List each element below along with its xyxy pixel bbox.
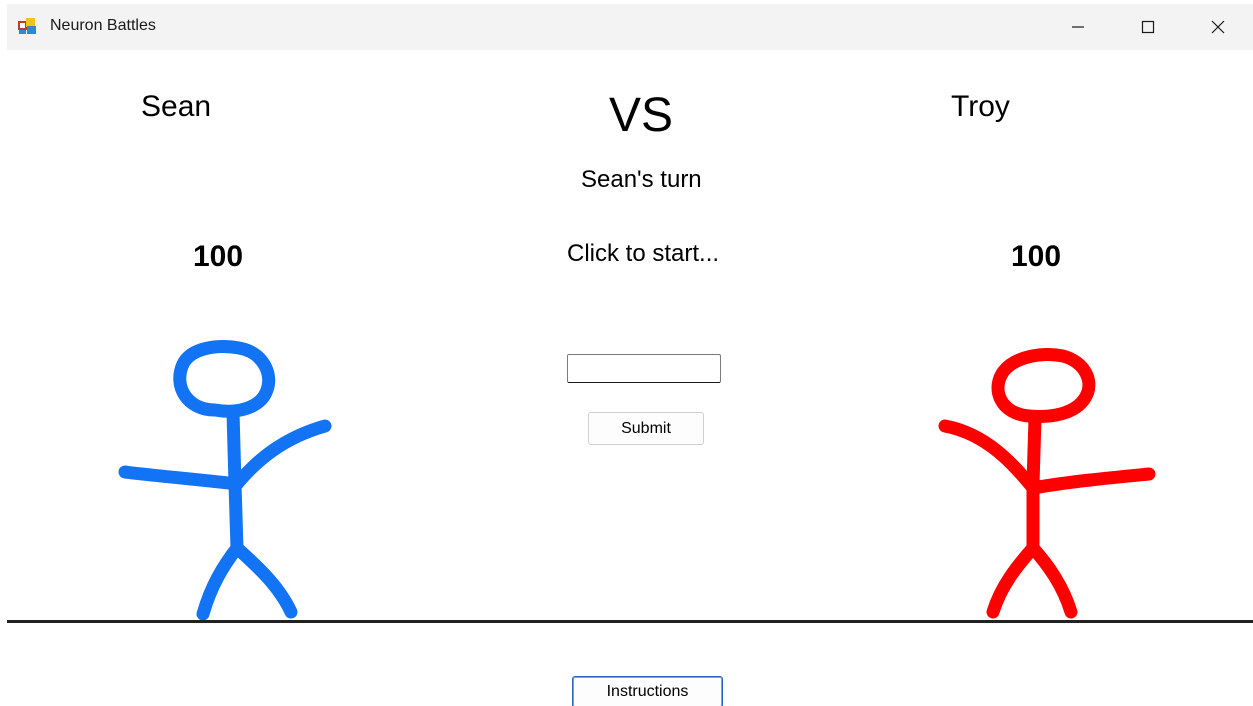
turn-indicator: Sean's turn: [581, 166, 702, 193]
right-stickman-right-leg: [1026, 541, 1078, 619]
right-player-name: Troy: [951, 90, 1010, 123]
minimize-icon: [1072, 26, 1084, 28]
vs-label: VS: [609, 89, 674, 142]
close-button[interactable]: [1183, 4, 1253, 50]
left-stickman-head: [173, 340, 276, 418]
left-stickman-left-arm: [118, 465, 244, 491]
right-stickman-right-arm: [1026, 467, 1156, 495]
app-icon: [18, 18, 36, 34]
maximize-button[interactable]: [1113, 4, 1183, 50]
right-stickman-head: [991, 348, 1096, 423]
app-window: Neuron Battles Sean VS Troy Sean's turn …: [7, 4, 1253, 706]
close-icon: [1211, 20, 1225, 34]
ground-line: [7, 620, 1253, 623]
left-player-name: Sean: [141, 90, 212, 123]
minimize-button[interactable]: [1043, 4, 1113, 50]
right-player-hp: 100: [1011, 240, 1062, 273]
window-title: Neuron Battles: [50, 17, 156, 34]
left-stickman-right-arm: [230, 419, 332, 491]
status-text: Click to start...: [567, 240, 720, 267]
right-stickman-left-leg: [986, 541, 1040, 619]
right-stickman-left-arm: [938, 419, 1040, 495]
answer-input[interactable]: [567, 354, 721, 383]
instructions-button[interactable]: Instructions: [572, 676, 723, 706]
title-bar[interactable]: Neuron Battles: [7, 4, 1253, 50]
maximize-icon: [1141, 20, 1155, 34]
right-player-stickman: [938, 348, 1156, 619]
left-player-hp: 100: [193, 240, 244, 273]
left-stickman-left-leg: [196, 541, 244, 621]
submit-button[interactable]: Submit: [588, 412, 704, 445]
left-player-stickman: [118, 340, 332, 621]
left-stickman-right-leg: [230, 541, 298, 619]
